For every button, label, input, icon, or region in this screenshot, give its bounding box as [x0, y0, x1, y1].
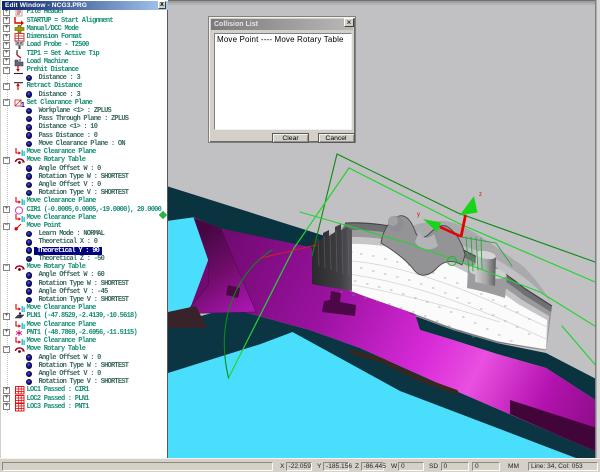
- svg-text:y: y: [417, 212, 420, 218]
- svg-text:z: z: [479, 192, 482, 198]
